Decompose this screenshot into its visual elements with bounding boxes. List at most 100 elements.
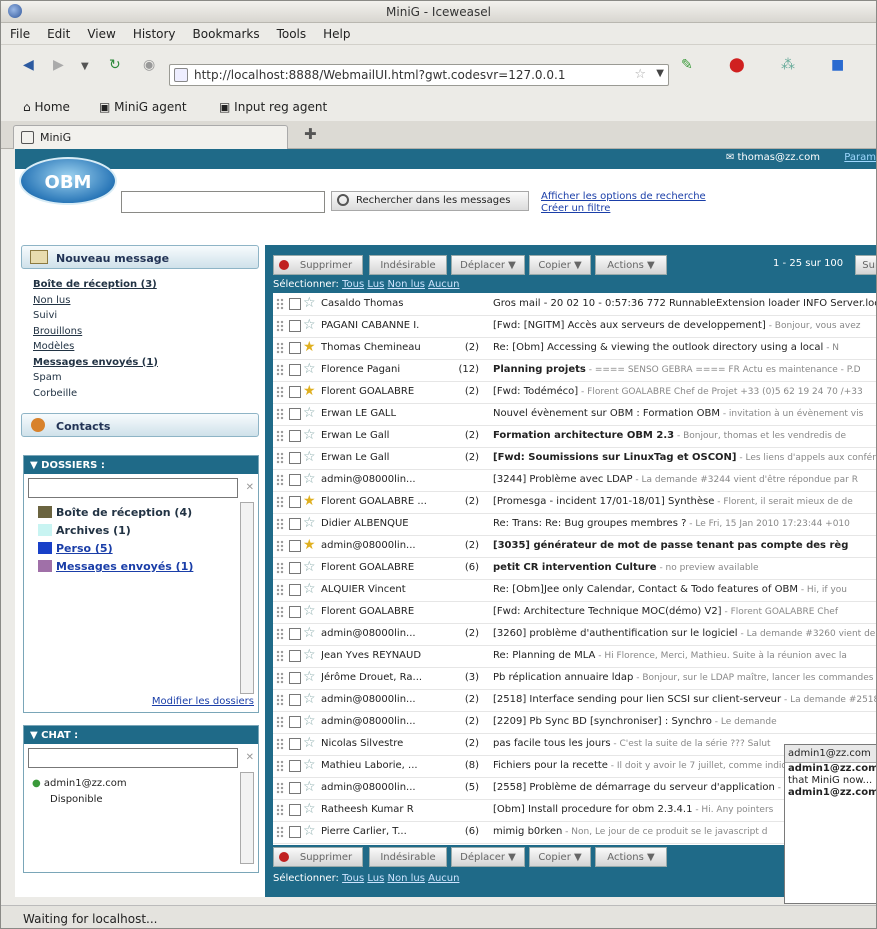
- back-icon[interactable]: ◀: [23, 57, 34, 73]
- drag-handle-icon[interactable]: [276, 628, 284, 640]
- table-row[interactable]: ☆ Florence Pagani (12) Planning projets - =…: [273, 359, 876, 382]
- star-icon[interactable]: ☆: [303, 515, 316, 531]
- row-checkbox[interactable]: [289, 518, 301, 530]
- table-row[interactable]: ☆ Erwan Le Gall (2) Formation architecture …: [273, 425, 876, 448]
- select-read-link[interactable]: Lus: [367, 279, 384, 290]
- delete-button[interactable]: Supprimer: [273, 255, 363, 275]
- select-none-link-bottom[interactable]: Aucun: [428, 873, 459, 884]
- row-checkbox[interactable]: [289, 628, 301, 640]
- select-all-link-bottom[interactable]: Tous: [342, 873, 364, 884]
- dossier-archives[interactable]: Archives (1): [38, 524, 131, 537]
- star-icon[interactable]: ☆: [303, 757, 316, 773]
- drag-handle-icon[interactable]: [276, 496, 284, 508]
- new-tab-icon[interactable]: ✚: [304, 125, 317, 143]
- create-filter-link[interactable]: Créer un filtre: [541, 203, 706, 215]
- folder-spam[interactable]: Spam: [33, 370, 158, 386]
- star-icon[interactable]: ☆: [303, 801, 316, 817]
- modify-folders-link[interactable]: Modifier les dossiers: [152, 696, 254, 707]
- star-icon[interactable]: ☆: [303, 449, 316, 465]
- star-icon[interactable]: ☆: [303, 625, 316, 641]
- star-icon[interactable]: ★: [303, 493, 316, 509]
- table-row[interactable]: ☆ Casaldo Thomas Gros mail - 20 02 10 - 0:…: [273, 293, 876, 316]
- chat-popup[interactable]: admin1@zz.com admin1@zz.com that MiniG n…: [784, 744, 876, 904]
- table-row[interactable]: ☆ Erwan LE GALL Nouvel évènement sur OBM :…: [273, 403, 876, 426]
- table-row[interactable]: ☆ Florent GOALABRE [Fwd: Architecture Tech…: [273, 601, 876, 624]
- row-checkbox[interactable]: [289, 496, 301, 508]
- bookmark-home[interactable]: ⌂ Home: [23, 100, 70, 114]
- table-row[interactable]: ★ Florent GOALABRE (2) [Fwd: Todéméco] - Fl…: [273, 381, 876, 404]
- star-icon[interactable]: ☆: [303, 581, 316, 597]
- select-read-link-bottom[interactable]: Lus: [367, 873, 384, 884]
- drag-handle-icon[interactable]: [276, 694, 284, 706]
- stop-icon[interactable]: ◉: [143, 57, 155, 73]
- star-icon[interactable]: ☆: [303, 735, 316, 751]
- star-icon[interactable]: ☆: [303, 295, 316, 311]
- select-all-link[interactable]: Tous: [342, 279, 364, 290]
- spam-button-bottom[interactable]: Indésirable: [369, 847, 447, 867]
- folder-templates[interactable]: Modèles: [33, 339, 158, 355]
- delete-button-bottom[interactable]: Supprimer: [273, 847, 363, 867]
- select-none-link[interactable]: Aucun: [428, 279, 459, 290]
- menu-file[interactable]: File: [1, 23, 38, 41]
- star-icon[interactable]: ☆: [303, 779, 316, 795]
- folder-unread[interactable]: Non lus: [33, 293, 158, 309]
- contacts-button[interactable]: Contacts: [21, 413, 259, 437]
- bookmark-input-reg-agent[interactable]: ▣ Input reg agent: [219, 100, 327, 114]
- drag-handle-icon[interactable]: [276, 452, 284, 464]
- dossier-sent[interactable]: Messages envoyés (1): [38, 560, 193, 573]
- row-checkbox[interactable]: [289, 760, 301, 772]
- drag-handle-icon[interactable]: [276, 298, 284, 310]
- folder-trash[interactable]: Corbeille: [33, 386, 158, 402]
- adblock-icon[interactable]: ⬤: [729, 57, 745, 73]
- dossier-perso[interactable]: Perso (5): [38, 542, 113, 555]
- row-checkbox[interactable]: [289, 452, 301, 464]
- clear-filter-icon[interactable]: ✕: [246, 482, 254, 493]
- copy-button[interactable]: Copier ▼: [529, 255, 591, 275]
- table-row[interactable]: ☆ admin@08000lin... (2) [2209] Pb Sync BD […: [273, 711, 876, 734]
- drag-handle-icon[interactable]: [276, 562, 284, 574]
- row-checkbox[interactable]: [289, 584, 301, 596]
- drag-handle-icon[interactable]: [276, 826, 284, 838]
- forward-icon[interactable]: ▶: [53, 57, 64, 73]
- drag-handle-icon[interactable]: [276, 540, 284, 552]
- star-icon[interactable]: ☆: [303, 405, 316, 421]
- row-checkbox[interactable]: [289, 738, 301, 750]
- star-icon[interactable]: ★: [303, 339, 316, 355]
- table-row[interactable]: ☆ PAGANI CABANNE I. [Fwd: [NGITM] Accès au…: [273, 315, 876, 338]
- url-dropdown-icon[interactable]: ▼: [656, 68, 664, 79]
- row-checkbox[interactable]: [289, 408, 301, 420]
- clear-chat-filter-icon[interactable]: ✕: [246, 752, 254, 763]
- row-checkbox[interactable]: [289, 562, 301, 574]
- drag-handle-icon[interactable]: [276, 364, 284, 376]
- search-input[interactable]: [121, 191, 325, 213]
- row-checkbox[interactable]: [289, 540, 301, 552]
- row-checkbox[interactable]: [289, 804, 301, 816]
- drag-handle-icon[interactable]: [276, 320, 284, 332]
- star-icon[interactable]: ☆: [303, 647, 316, 663]
- search-options-link[interactable]: Afficher les options de recherche: [541, 191, 706, 203]
- drag-handle-icon[interactable]: [276, 716, 284, 728]
- row-checkbox[interactable]: [289, 364, 301, 376]
- menu-view[interactable]: View: [78, 23, 123, 41]
- row-checkbox[interactable]: [289, 320, 301, 332]
- star-icon[interactable]: ☆: [303, 317, 316, 333]
- star-icon[interactable]: ☆: [303, 361, 316, 377]
- folder-drafts[interactable]: Brouillons: [33, 324, 158, 340]
- star-icon[interactable]: ★: [303, 537, 316, 553]
- chat-scrollbar[interactable]: [240, 772, 254, 864]
- row-checkbox[interactable]: [289, 650, 301, 662]
- row-checkbox[interactable]: [289, 672, 301, 684]
- table-row[interactable]: ☆ admin@08000lin... [3244] Problème avec L…: [273, 469, 876, 492]
- dossiers-filter-input[interactable]: [28, 478, 238, 498]
- row-checkbox[interactable]: [289, 474, 301, 486]
- bookmark-minig-agent[interactable]: ▣ MiniG agent: [99, 100, 187, 114]
- folder-inbox[interactable]: Boîte de réception (3): [33, 277, 158, 293]
- menu-bookmarks[interactable]: Bookmarks: [184, 23, 268, 41]
- table-row[interactable]: ☆ Jean Yves REYNAUD Re: Planning de MLA - …: [273, 645, 876, 668]
- tab-minig[interactable]: MiniG: [13, 125, 288, 149]
- star-icon[interactable]: ★: [303, 383, 316, 399]
- drag-handle-icon[interactable]: [276, 518, 284, 530]
- star-icon[interactable]: ☆: [303, 603, 316, 619]
- drag-handle-icon[interactable]: [276, 672, 284, 684]
- table-row[interactable]: ☆ Erwan Le Gall (2) [Fwd: Soumissions sur L…: [273, 447, 876, 470]
